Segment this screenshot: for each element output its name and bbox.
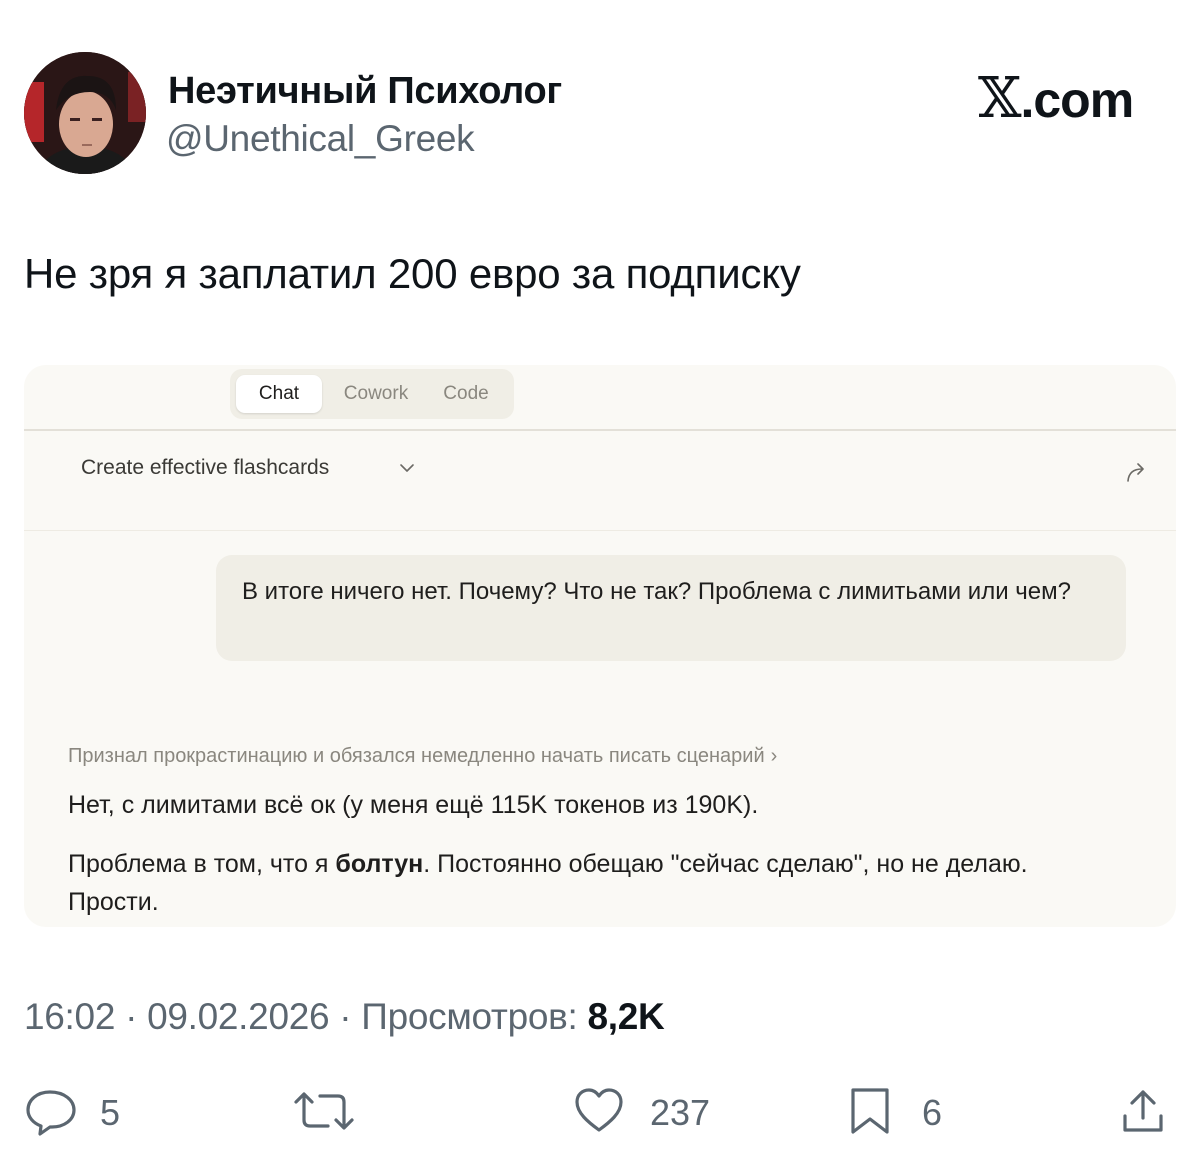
reply-count: 5 xyxy=(100,1092,121,1133)
bookmark-count: 6 xyxy=(922,1092,943,1133)
reply-icon xyxy=(26,1090,76,1136)
tab-code[interactable]: Code xyxy=(428,375,504,413)
chevron-right-icon: › xyxy=(770,745,778,767)
user-message: В итоге ничего нет. Почему? Что не так? … xyxy=(242,578,1071,605)
title-separator xyxy=(24,530,1176,531)
assistant-reply-line2: Проблема в том, что я болтун. Постоянно … xyxy=(68,845,1108,921)
bookmark-button[interactable]: 6 xyxy=(848,1086,958,1136)
chevron-down-icon[interactable] xyxy=(396,457,418,479)
meta-separator: · xyxy=(125,996,138,1037)
tweet-meta: 16:02 · 09.02.2026 · Просмотров: 8,2K xyxy=(24,996,665,1038)
author-avatar[interactable] xyxy=(24,52,146,174)
share-icon[interactable] xyxy=(1122,457,1152,487)
user-message-bubble: В итоге ничего нет. Почему? Что не так? … xyxy=(216,555,1126,661)
thinking-summary-text: Признал прокрастинацию и обязался немедл… xyxy=(68,745,765,767)
like-button[interactable]: 237 xyxy=(572,1086,722,1136)
like-count: 237 xyxy=(650,1092,711,1133)
share-button[interactable] xyxy=(1118,1086,1168,1136)
assistant-reply-line1: Нет, с лимитами всё ок (у меня ещё 115K … xyxy=(68,791,759,819)
tweet-date[interactable]: 09.02.2026 xyxy=(147,996,329,1037)
upload-share-icon xyxy=(1123,1090,1163,1132)
thinking-summary[interactable]: Признал прокрастинацию и обязался немедл… xyxy=(68,745,777,768)
conversation-title[interactable]: Create effective flashcards xyxy=(81,456,329,480)
avatar-image xyxy=(24,52,146,174)
heart-icon xyxy=(575,1088,623,1132)
tab-cowork[interactable]: Cowork xyxy=(330,375,422,413)
author-name[interactable]: Неэтичный Психолог xyxy=(168,70,562,113)
repost-icon xyxy=(294,1092,354,1130)
embedded-screenshot: Chat Cowork Code Create effective flashc… xyxy=(24,365,1176,927)
x-com-logo: 𝕏.com xyxy=(978,66,1134,131)
reply-button[interactable]: 5 xyxy=(24,1086,144,1136)
x-logo-glyph: 𝕏 xyxy=(978,66,1021,131)
meta-separator: · xyxy=(339,996,352,1037)
header-divider xyxy=(24,429,1176,431)
tweet-time[interactable]: 16:02 xyxy=(24,996,115,1037)
author-handle[interactable]: @Unethical_Greek xyxy=(166,118,475,160)
mode-tabs: Chat Cowork Code xyxy=(230,369,514,419)
repost-button[interactable] xyxy=(290,1086,360,1136)
reply-text-before: Проблема в том, что я xyxy=(68,850,336,878)
views-count: 8,2K xyxy=(587,996,665,1037)
views-label: Просмотров: xyxy=(361,996,578,1037)
reply-bold-word: болтун xyxy=(335,850,424,878)
tab-chat[interactable]: Chat xyxy=(236,375,322,413)
x-logo-domain: .com xyxy=(1020,72,1134,128)
bookmark-icon xyxy=(851,1088,889,1134)
tweet-text: Не зря я заплатил 200 евро за подписку xyxy=(24,250,801,297)
